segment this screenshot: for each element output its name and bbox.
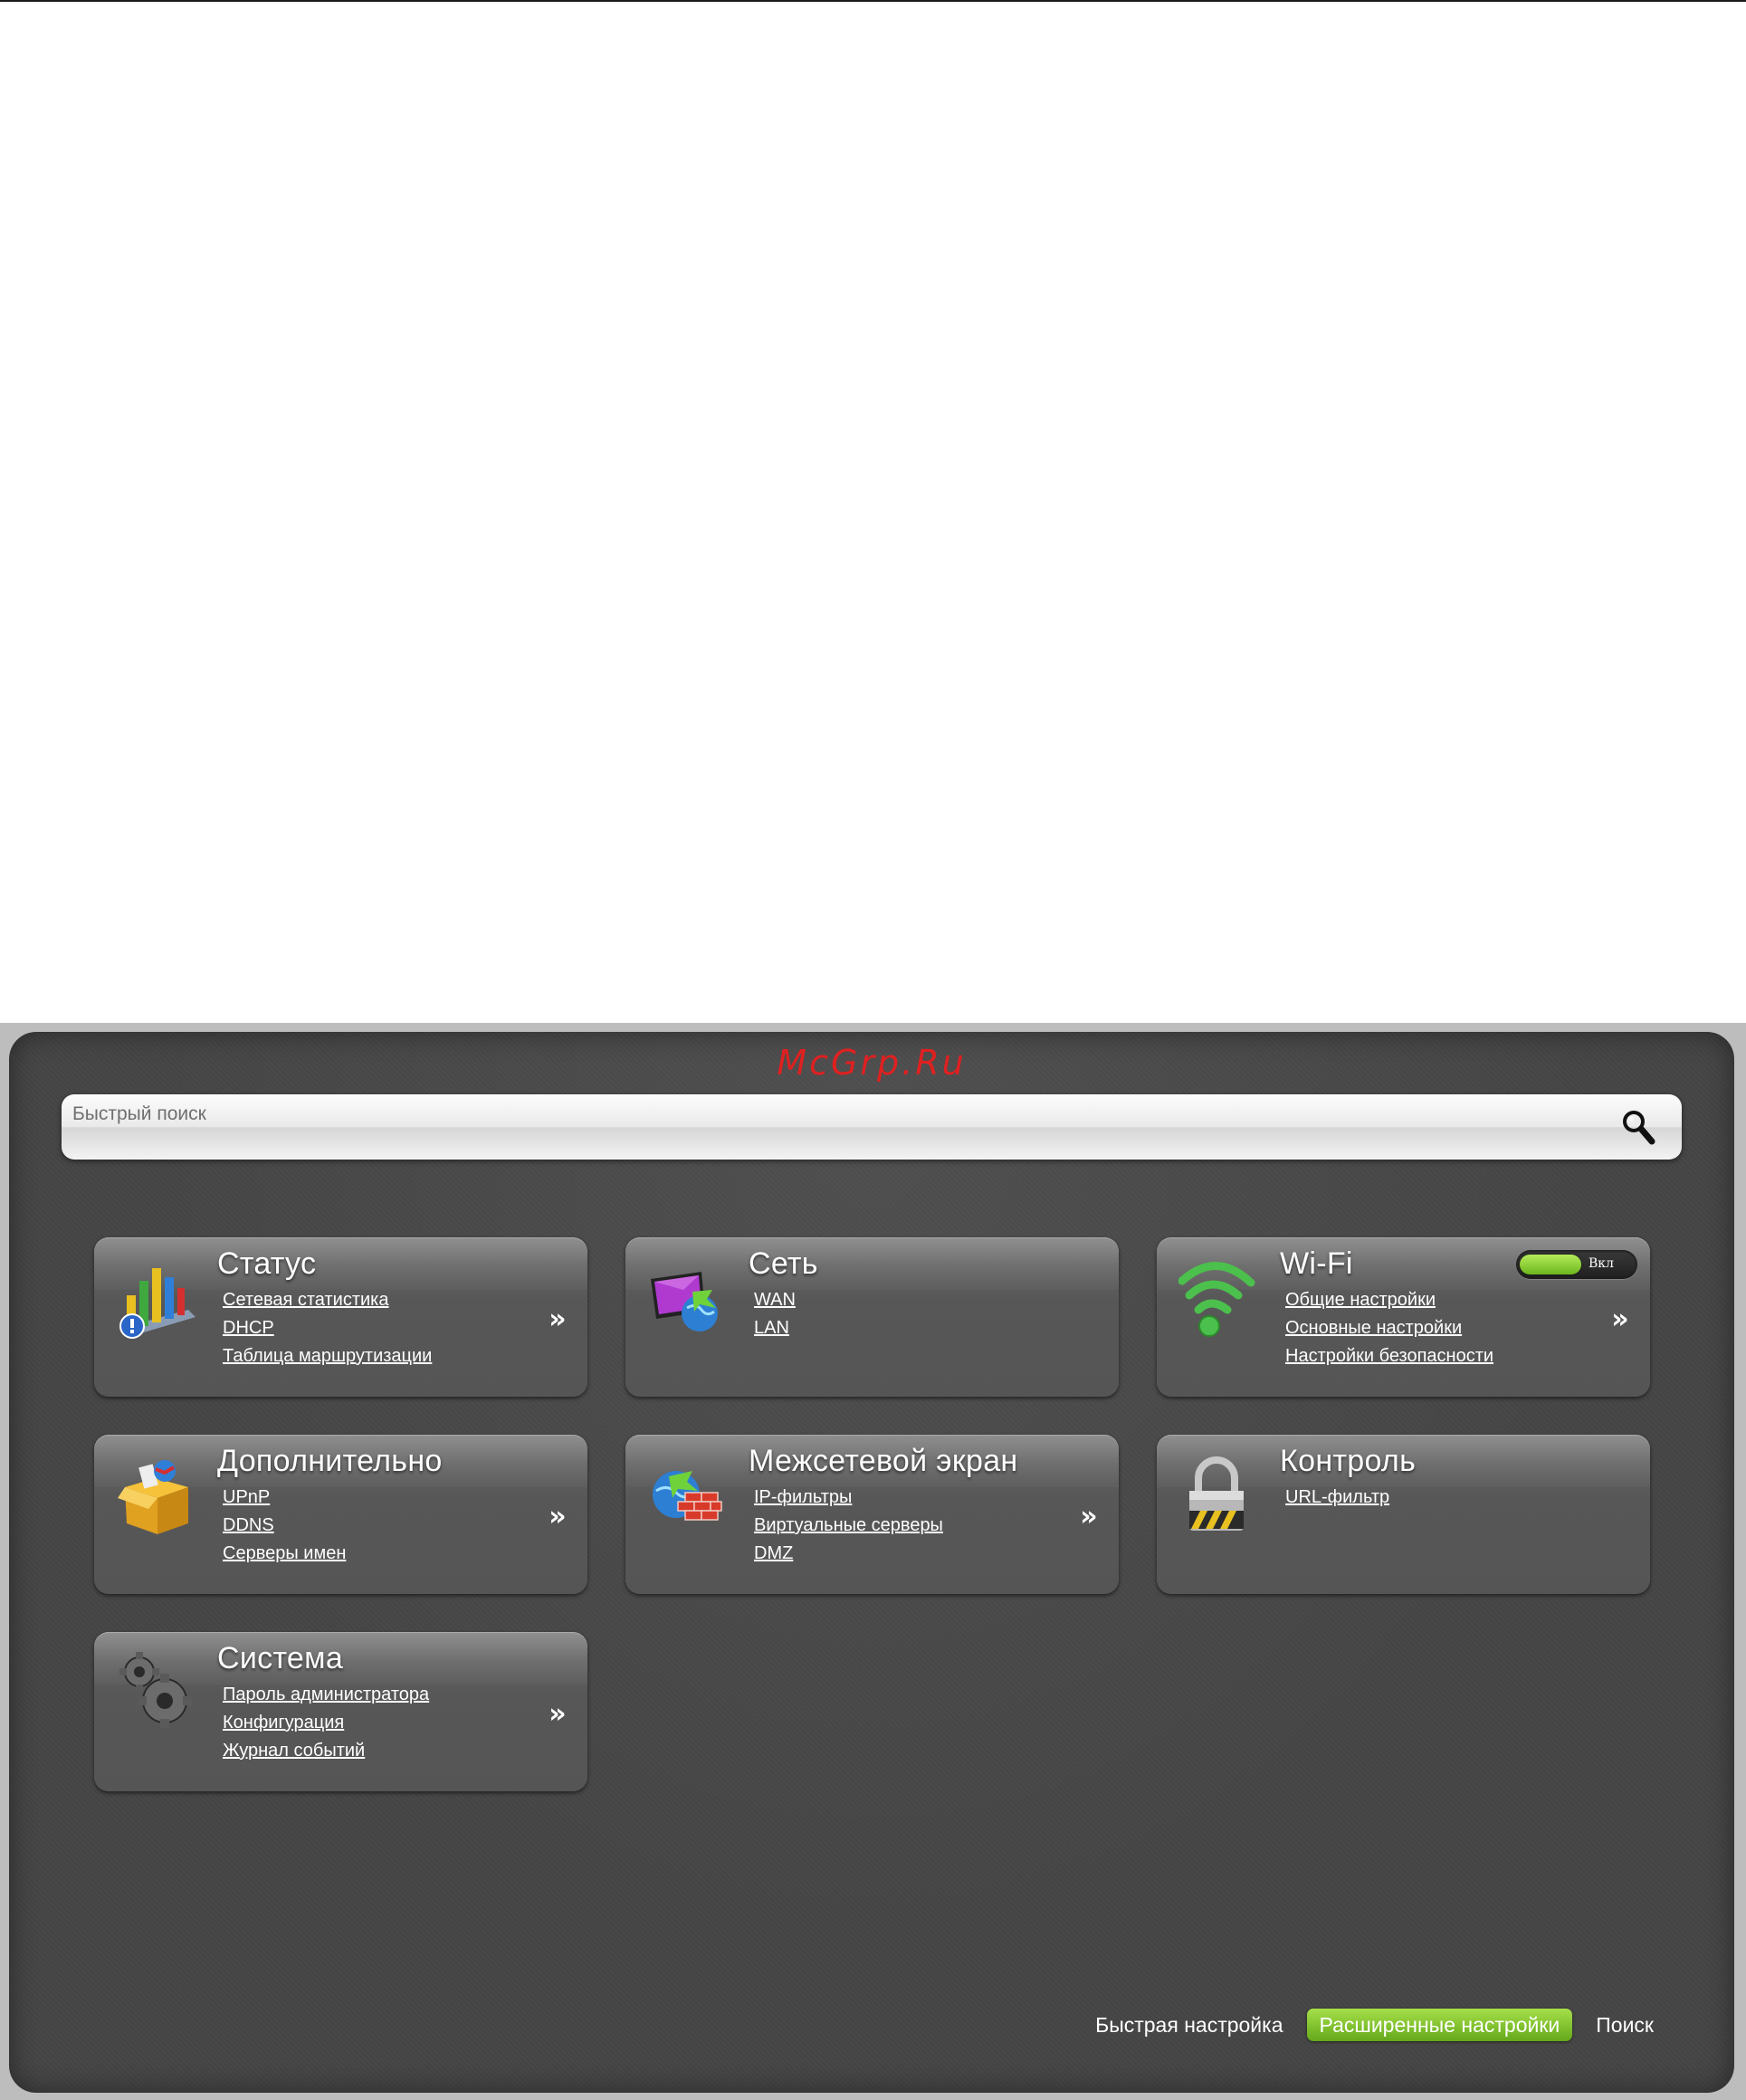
card-title: Контроль xyxy=(1280,1444,1417,1478)
card-links: URL-фильтр xyxy=(1285,1487,1389,1515)
wifi-signal-icon xyxy=(1178,1262,1255,1337)
link-name-servers[interactable]: Серверы имен xyxy=(223,1543,346,1563)
list-item: Пароль администратора xyxy=(223,1685,429,1713)
card-links: Сетевая статистика DHCP Таблица маршрути… xyxy=(223,1290,432,1374)
list-item: URL-фильтр xyxy=(1285,1487,1389,1515)
card-status: Статус Сетевая статистика DHCP Таблица м… xyxy=(94,1237,587,1397)
card-links: Пароль администратора Конфигурация Журна… xyxy=(223,1685,429,1769)
card-title: Дополнительно xyxy=(217,1444,443,1478)
toggle-label: Вкл xyxy=(1589,1256,1614,1271)
list-item: Сетевая статистика xyxy=(223,1290,432,1318)
link-admin-password[interactable]: Пароль администратора xyxy=(223,1685,429,1704)
status-chart-icon xyxy=(119,1268,196,1339)
card-title: Статус xyxy=(217,1246,317,1281)
link-lan[interactable]: LAN xyxy=(754,1318,789,1338)
list-item: Общие настройки xyxy=(1285,1290,1493,1318)
router-ui-frame: McGrp.Ru Быстрый поиск Статус Сетевая ст… xyxy=(0,1023,1746,2100)
link-wan[interactable]: WAN xyxy=(754,1290,796,1310)
package-box-icon xyxy=(118,1460,188,1534)
list-item: WAN xyxy=(754,1290,796,1318)
toggle-knob xyxy=(1520,1255,1581,1274)
link-virtual-servers[interactable]: Виртуальные серверы xyxy=(754,1515,943,1535)
card-links: Общие настройки Основные настройки Настр… xyxy=(1285,1290,1493,1374)
list-item: Конфигурация xyxy=(223,1713,429,1741)
link-url-filter[interactable]: URL-фильтр xyxy=(1285,1487,1389,1507)
padlock-icon xyxy=(1189,1456,1244,1531)
network-globe-icon xyxy=(651,1272,718,1332)
card-system: Система Пароль администратора Конфигурац… xyxy=(94,1632,587,1791)
expand-arrow[interactable]: » xyxy=(1607,1306,1634,1333)
list-item: Виртуальные серверы xyxy=(754,1515,943,1543)
card-advanced: Дополнительно UPnP DDNS Серверы имен » xyxy=(94,1435,587,1594)
nav-quick-setup[interactable]: Быстрая настройка xyxy=(1083,2009,1295,2041)
list-item: UPnP xyxy=(223,1487,346,1515)
card-links: UPnP DDNS Серверы имен xyxy=(223,1487,346,1571)
card-title: Межсетевой экран xyxy=(749,1444,1018,1478)
list-item: Основные настройки xyxy=(1285,1318,1493,1346)
link-security-settings[interactable]: Настройки безопасности xyxy=(1285,1346,1493,1366)
wifi-toggle[interactable]: Вкл xyxy=(1516,1250,1637,1279)
magnifier-icon xyxy=(1623,1111,1655,1145)
list-item: DDNS xyxy=(223,1515,346,1543)
card-network: Сеть WAN LAN xyxy=(625,1237,1119,1397)
link-event-log[interactable]: Журнал событий xyxy=(223,1741,365,1761)
link-ip-filters[interactable]: IP-фильтры xyxy=(754,1487,852,1507)
list-item: Серверы имен xyxy=(223,1543,346,1571)
list-item: IP-фильтры xyxy=(754,1487,943,1515)
firewall-globe-icon xyxy=(653,1471,722,1521)
list-item: Журнал событий xyxy=(223,1741,429,1769)
gears-icon xyxy=(119,1652,192,1728)
list-item: DHCP xyxy=(223,1318,432,1346)
link-configuration[interactable]: Конфигурация xyxy=(223,1713,344,1732)
link-network-statistics[interactable]: Сетевая статистика xyxy=(223,1290,388,1310)
expand-arrow[interactable]: » xyxy=(544,1306,571,1333)
card-links: WAN LAN xyxy=(754,1290,796,1346)
link-routing-table[interactable]: Таблица маршрутизации xyxy=(223,1346,432,1366)
card-title: Сеть xyxy=(749,1246,818,1281)
list-item: DMZ xyxy=(754,1543,943,1571)
expand-arrow[interactable]: » xyxy=(544,1701,571,1728)
list-item: Настройки безопасности xyxy=(1285,1346,1493,1374)
expand-arrow[interactable]: » xyxy=(1075,1503,1102,1531)
link-upnp[interactable]: UPnP xyxy=(223,1487,270,1507)
nav-search[interactable]: Поиск xyxy=(1583,2009,1666,2041)
link-basic-settings[interactable]: Основные настройки xyxy=(1285,1318,1462,1338)
nav-advanced-settings[interactable]: Расширенные настройки xyxy=(1306,2009,1573,2041)
card-control: Контроль URL-фильтр xyxy=(1157,1435,1650,1594)
card-title: Wi-Fi xyxy=(1280,1246,1353,1281)
link-general-settings[interactable]: Общие настройки xyxy=(1285,1290,1436,1310)
search-input[interactable] xyxy=(72,1100,1593,1129)
search-button[interactable] xyxy=(1620,1107,1656,1147)
card-firewall: Межсетевой экран IP-фильтры Виртуальные … xyxy=(625,1435,1119,1594)
bottom-nav: Быстрая настройка Расширенные настройки … xyxy=(1083,2008,1666,2042)
watermark: McGrp.Ru xyxy=(777,1043,967,1083)
top-border xyxy=(0,0,1746,2)
list-item: Таблица маршрутизации xyxy=(223,1346,432,1374)
card-links: IP-фильтры Виртуальные серверы DMZ xyxy=(754,1487,943,1571)
list-item: LAN xyxy=(754,1318,796,1346)
expand-arrow[interactable]: » xyxy=(544,1503,571,1531)
link-dhcp[interactable]: DHCP xyxy=(223,1318,274,1338)
link-ddns[interactable]: DDNS xyxy=(223,1515,274,1535)
card-wifi: Wi-Fi Вкл Общие настройки Основные настр… xyxy=(1157,1237,1650,1397)
quick-search-bar xyxy=(62,1094,1682,1160)
card-title: Система xyxy=(217,1641,344,1675)
main-panel: McGrp.Ru Быстрый поиск Статус Сетевая ст… xyxy=(9,1032,1734,2093)
link-dmz[interactable]: DMZ xyxy=(754,1543,793,1563)
